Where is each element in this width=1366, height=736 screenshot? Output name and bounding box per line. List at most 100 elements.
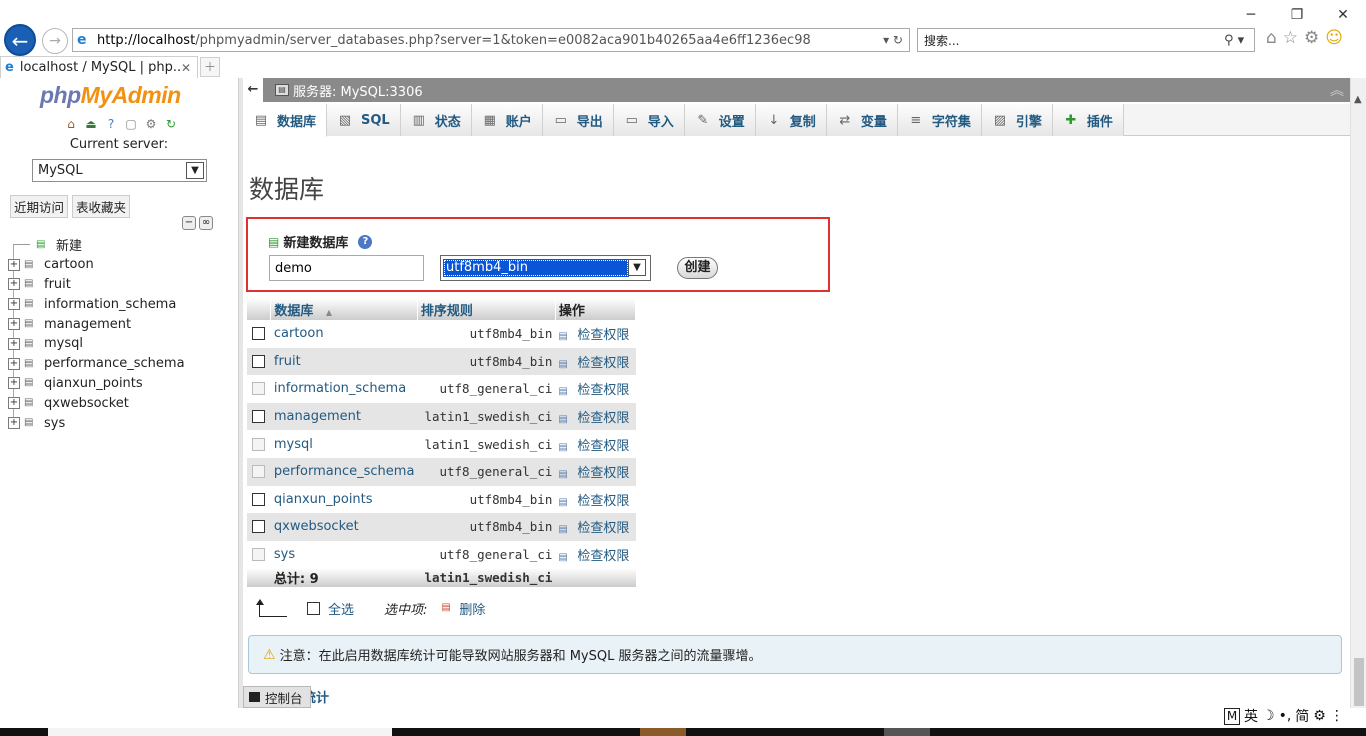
collation-select[interactable]: utf8mb4_bin ▼: [440, 255, 651, 281]
expand-plus-icon[interactable]: +: [8, 397, 20, 410]
database-name-link[interactable]: sys: [271, 541, 418, 569]
tab-replication[interactable]: ↓ 复制: [755, 104, 827, 136]
tab-sql[interactable]: ▧ SQL: [327, 104, 401, 136]
help-icon[interactable]: ?: [358, 234, 373, 249]
recent-button[interactable]: 近期访问: [10, 195, 69, 218]
ime-punct[interactable]: •,: [1279, 708, 1292, 724]
tab-close-icon[interactable]: ✕: [181, 61, 193, 75]
header-collation[interactable]: 排序规则: [417, 298, 556, 320]
tree-item-label[interactable]: sys: [44, 416, 65, 431]
expand-plus-icon[interactable]: +: [8, 417, 20, 430]
forward-arrow-icon[interactable]: →: [42, 28, 68, 54]
database-name-input[interactable]: [269, 255, 424, 281]
chevron-down-icon[interactable]: ▼: [186, 162, 204, 179]
row-checkbox[interactable]: [252, 492, 266, 506]
tree-item-label[interactable]: management: [44, 317, 131, 332]
sort-asc-icon[interactable]: ▲: [326, 308, 332, 317]
console-toggle[interactable]: 控制台: [243, 686, 311, 708]
search-input[interactable]: 搜索...: [924, 32, 1224, 49]
tree-item-database[interactable]: + ▤ fruit: [8, 275, 236, 295]
tab-charset[interactable]: ≡ 字符集: [897, 104, 982, 136]
smiley-icon[interactable]: ☺: [1325, 28, 1343, 48]
tree-item-label[interactable]: qianxun_points: [44, 376, 143, 391]
phpmyadmin-logo[interactable]: phpMyAdmin: [40, 82, 181, 109]
favorites-star-icon[interactable]: ☆: [1283, 28, 1298, 48]
tab-import[interactable]: ▭ 导入: [613, 104, 685, 136]
ime-lang[interactable]: 英: [1244, 706, 1258, 726]
taskbar-app[interactable]: [640, 728, 686, 736]
tree-item-new[interactable]: ▤ 新建: [8, 235, 236, 255]
expand-plus-icon[interactable]: +: [8, 278, 20, 291]
tree-item-database[interactable]: + ▤ sys: [8, 413, 236, 433]
database-name-link[interactable]: mysql: [271, 430, 418, 458]
gear-icon[interactable]: ⚙: [1313, 708, 1326, 724]
taskbar-app[interactable]: [884, 728, 930, 736]
row-checkbox[interactable]: [252, 410, 266, 424]
ime-script[interactable]: 简: [1295, 706, 1309, 726]
ime-mode[interactable]: M: [1224, 707, 1240, 725]
database-name-link[interactable]: information_schema: [271, 375, 418, 403]
database-name-link[interactable]: management: [270, 402, 418, 431]
search-icon[interactable]: ⚲ ▾: [1224, 33, 1254, 48]
tree-item-database[interactable]: + ▤ performance_schema: [8, 354, 236, 374]
row-checkbox[interactable]: [252, 354, 266, 368]
expand-plus-icon[interactable]: +: [8, 357, 20, 370]
check-privileges-link[interactable]: ▤ 检查权限: [555, 347, 636, 376]
tree-item-label[interactable]: cartoon: [44, 257, 94, 272]
vertical-scrollbar[interactable]: ▲: [1350, 78, 1366, 708]
settings-icon[interactable]: ⚙: [143, 116, 159, 132]
tab-export[interactable]: ▭ 导出: [542, 104, 614, 136]
delete-button[interactable]: ▤ 删除: [441, 599, 485, 619]
moon-icon[interactable]: ☽: [1262, 708, 1275, 724]
database-name-link[interactable]: cartoon: [271, 320, 418, 348]
address-bar[interactable]: e http://localhost/phpmyadmin/server_dat…: [72, 28, 910, 52]
tree-item-database[interactable]: + ▤ qxwebsocket: [8, 393, 236, 413]
gear-icon[interactable]: ⚙: [1304, 28, 1319, 48]
more-icon[interactable]: ⋮: [1330, 708, 1344, 724]
browser-tab[interactable]: e localhost / MySQL | php... ✕: [0, 56, 198, 78]
check-privileges-link[interactable]: ▤ 检查权限: [555, 402, 636, 431]
create-button[interactable]: 创建: [677, 257, 718, 279]
server-select[interactable]: MySQL ▼: [32, 159, 207, 182]
expand-plus-icon[interactable]: +: [8, 258, 20, 271]
tree-item-database[interactable]: + ▤ management: [8, 314, 236, 334]
check-privileges-link[interactable]: ▤ 检查权限: [555, 486, 635, 514]
check-privileges-link[interactable]: ▤ 检查权限: [555, 513, 636, 541]
expand-plus-icon[interactable]: +: [8, 377, 20, 390]
docs-icon[interactable]: ▢: [123, 116, 139, 132]
tree-item-label[interactable]: performance_schema: [44, 356, 185, 371]
tree-item-label[interactable]: 新建: [56, 235, 82, 254]
tree-item-database[interactable]: + ▤ qianxun_points: [8, 374, 236, 394]
collapse-all-icon[interactable]: −: [182, 216, 196, 230]
logout-icon[interactable]: ⏏: [83, 116, 99, 132]
check-privileges-link[interactable]: ▤ 检查权限: [555, 541, 635, 569]
server-breadcrumb[interactable]: ▤ 服务器: MySQL:3306: [275, 81, 423, 100]
tab-accounts[interactable]: ▦ 账户: [471, 104, 543, 136]
tree-item-database[interactable]: + ▤ mysql: [8, 334, 236, 354]
link-icon[interactable]: ∞: [199, 216, 213, 230]
restore-icon[interactable]: ❐: [1274, 6, 1320, 24]
new-tab-icon[interactable]: ＋: [200, 57, 220, 77]
expand-plus-icon[interactable]: +: [8, 337, 20, 350]
tab-settings[interactable]: ✎ 设置: [684, 104, 756, 136]
tab-plugin[interactable]: ✚ 插件: [1052, 104, 1124, 136]
check-privileges-link[interactable]: ▤ 检查权限: [555, 430, 635, 458]
row-checkbox[interactable]: [252, 520, 266, 534]
expand-plus-icon[interactable]: +: [8, 298, 20, 311]
help-icon[interactable]: ?: [103, 116, 119, 132]
tree-item-database[interactable]: + ▤ cartoon: [8, 255, 236, 275]
tab-engine[interactable]: ▨ 引擎: [981, 104, 1053, 136]
check-privileges-link[interactable]: ▤ 检查权限: [555, 320, 635, 348]
scroll-top-icon[interactable]: ︽: [1330, 80, 1344, 100]
check-privileges-link[interactable]: ▤ 检查权限: [555, 375, 635, 403]
database-name-link[interactable]: qianxun_points: [271, 486, 418, 514]
back-arrow-icon[interactable]: ←: [4, 24, 36, 56]
check-privileges-link[interactable]: ▤ 检查权限: [555, 457, 636, 486]
expand-plus-icon[interactable]: +: [8, 318, 20, 331]
header-database[interactable]: 数据库 ▲: [270, 298, 418, 320]
row-checkbox[interactable]: [252, 327, 266, 341]
address-url[interactable]: http://localhost/phpmyadmin/server_datab…: [97, 33, 873, 48]
taskbar-search[interactable]: [48, 728, 392, 736]
scroll-up-icon[interactable]: ▲: [1354, 94, 1362, 105]
reload-icon[interactable]: ↻: [163, 116, 179, 132]
